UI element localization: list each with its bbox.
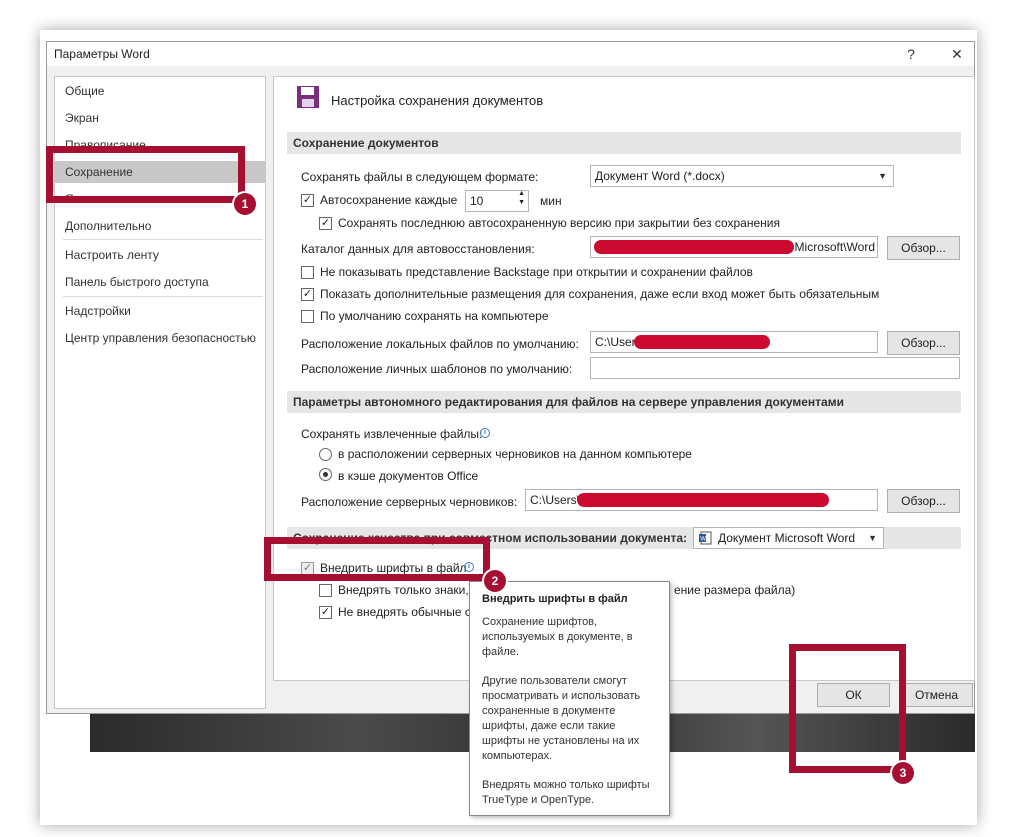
templates-location-label: Расположение личных шаблонов по умолчани… — [301, 362, 573, 376]
tooltip-title: Внедрить шрифты в файл — [482, 593, 628, 605]
window-title: Параметры Word — [54, 47, 150, 61]
info-icon[interactable]: i — [480, 428, 490, 438]
show-additional-places-label: Показать дополнительные размещения для с… — [320, 287, 880, 301]
office-cache-option-label: в кэше документов Office — [338, 469, 479, 483]
embed-only-used-label: Внедрять только знаки, и — [338, 583, 479, 597]
templates-location-field[interactable] — [590, 357, 960, 379]
sidebar-item-advanced[interactable]: Дополнительно — [55, 215, 265, 237]
sidebar-item-quick-access[interactable]: Панель быстрого доступа — [55, 271, 265, 293]
office-cache-radio[interactable] — [319, 468, 332, 481]
section-header-save-docs: Сохранение документов — [287, 132, 961, 154]
server-drafts-location-label: Расположение серверных черновиков: — [301, 495, 518, 509]
server-drafts-option-label: в расположении серверных черновиков на д… — [338, 447, 692, 461]
save-to-computer-label: По умолчанию сохранять на компьютере — [320, 309, 549, 323]
no-common-fonts-label: Не внедрять обычные си — [338, 605, 478, 619]
autorecover-label: Каталог данных для автовосстановления: — [301, 242, 535, 256]
step-badge-1: 1 — [234, 193, 256, 215]
autorecover-browse-button[interactable]: Обзор... — [887, 236, 960, 260]
help-button[interactable]: ? — [896, 44, 926, 64]
sidebar-item-customize-ribbon[interactable]: Настроить ленту — [55, 244, 265, 266]
sidebar-item-trust-center[interactable]: Центр управления безопасностью — [55, 327, 265, 349]
local-location-browse-button[interactable]: Обзор... — [887, 331, 960, 355]
highlight-box-ok — [789, 644, 906, 773]
format-value: Документ Word (*.docx) — [595, 169, 725, 183]
keep-last-version-label: Сохранять последнюю автосохраненную верс… — [338, 216, 780, 230]
save-to-computer-checkbox[interactable] — [301, 310, 314, 323]
autosave-checkbox[interactable]: ✓ — [301, 194, 314, 207]
sidebar-separator — [63, 296, 263, 297]
autosave-minutes-spinner[interactable]: 10 ▲ ▼ — [465, 190, 529, 212]
server-drafts-radio[interactable] — [319, 448, 332, 461]
section-header-offline-editing: Параметры автономного редактирования для… — [287, 391, 961, 413]
panel-title: Настройка сохранения документов — [331, 93, 544, 108]
chevron-down-icon: ▼ — [868, 533, 877, 543]
step-badge-2: 2 — [484, 570, 506, 592]
cancel-button[interactable]: Отмена — [900, 683, 973, 707]
show-additional-places-checkbox[interactable]: ✓ — [301, 288, 314, 301]
no-backstage-label: Не показывать представление Backstage пр… — [320, 265, 753, 279]
floppy-disk-icon — [297, 86, 319, 108]
no-common-fonts-checkbox[interactable]: ✓ — [319, 606, 332, 619]
spinner-arrows-icon[interactable]: ▲ ▼ — [518, 191, 525, 207]
embed-only-used-checkbox[interactable] — [319, 584, 332, 597]
autorecover-path-value: Microsoft\Word — [794, 240, 875, 254]
fidelity-document-select[interactable]: W Документ Microsoft Word ▼ — [693, 527, 884, 549]
sidebar-item-addins[interactable]: Надстройки — [55, 300, 265, 322]
highlight-box-save — [46, 146, 245, 203]
autosave-unit: мин — [540, 194, 562, 208]
redaction-mark — [634, 335, 770, 349]
sidebar-separator — [63, 239, 263, 240]
svg-text:W: W — [700, 537, 706, 543]
autosave-minutes-value: 10 — [470, 194, 484, 208]
chevron-down-icon: ▼ — [878, 171, 887, 181]
fidelity-document-value: Документ Microsoft Word — [718, 531, 856, 545]
local-location-label: Расположение локальных файлов по умолчан… — [301, 337, 579, 351]
highlight-box-embed-fonts — [264, 537, 490, 581]
sidebar-item-display[interactable]: Экран — [55, 107, 265, 129]
sidebar-item-general[interactable]: Общие — [55, 80, 265, 102]
server-drafts-browse-button[interactable]: Обзор... — [887, 489, 960, 513]
format-label: Сохранять файлы в следующем формате: — [301, 170, 539, 184]
word-document-icon: W — [699, 531, 712, 545]
redaction-mark — [594, 240, 794, 254]
tooltip-paragraph: Внедрять можно только шрифты TrueType и … — [482, 779, 650, 806]
tooltip-paragraph: Другие пользователи смогут просматривать… — [482, 675, 641, 762]
autosave-label: Автосохранение каждые — [320, 193, 458, 207]
format-select[interactable]: Документ Word (*.docx) ▼ — [590, 165, 894, 187]
keep-last-version-checkbox[interactable]: ✓ — [319, 217, 332, 230]
embed-only-used-label-suffix: ение размера файла) — [674, 583, 796, 597]
title-bar: Параметры Word ? ✕ — [47, 42, 974, 66]
tooltip-paragraph: Сохранение шрифтов, используемых в докум… — [482, 616, 633, 658]
save-checked-out-label: Сохранять извлеченные файлы: — [301, 427, 483, 441]
redaction-mark — [577, 493, 829, 507]
no-backstage-checkbox[interactable] — [301, 266, 314, 279]
step-badge-3: 3 — [892, 762, 914, 784]
close-button[interactable]: ✕ — [942, 44, 972, 64]
embed-fonts-tooltip: Внедрить шрифты в файл Сохранение шрифто… — [469, 581, 670, 816]
server-drafts-location-value: C:\Users\ — [530, 493, 581, 507]
